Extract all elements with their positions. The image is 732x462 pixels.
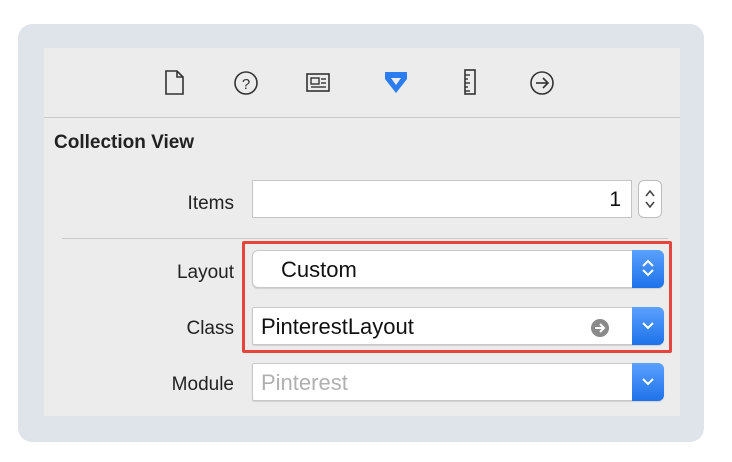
module-label: Module [171, 374, 234, 395]
class-label: Class [186, 318, 234, 339]
attributes-icon[interactable] [380, 66, 412, 98]
help-icon[interactable]: ? [230, 66, 262, 98]
toolbar-separator [44, 117, 680, 118]
module-placeholder: Pinterest [261, 370, 348, 395]
size-icon[interactable] [454, 66, 486, 98]
section-divider [62, 238, 668, 239]
module-field[interactable]: Pinterest [252, 363, 664, 401]
items-field[interactable]: 1 [252, 180, 632, 218]
items-value: 1 [609, 188, 621, 211]
items-label: Items [187, 193, 234, 214]
section-title: Collection View [54, 132, 195, 153]
inspector-toolbar: ? [44, 48, 680, 118]
identity-icon[interactable] [302, 66, 334, 98]
inspector-panel: ? Collection View Items 1 Layout Custom [44, 48, 680, 416]
items-stepper[interactable] [638, 180, 662, 218]
svg-text:?: ? [242, 76, 250, 93]
file-icon[interactable] [158, 66, 190, 98]
connections-icon[interactable] [526, 66, 558, 98]
highlight-box [242, 241, 672, 353]
layout-label: Layout [176, 262, 234, 283]
module-dropdown-button[interactable] [632, 363, 664, 401]
